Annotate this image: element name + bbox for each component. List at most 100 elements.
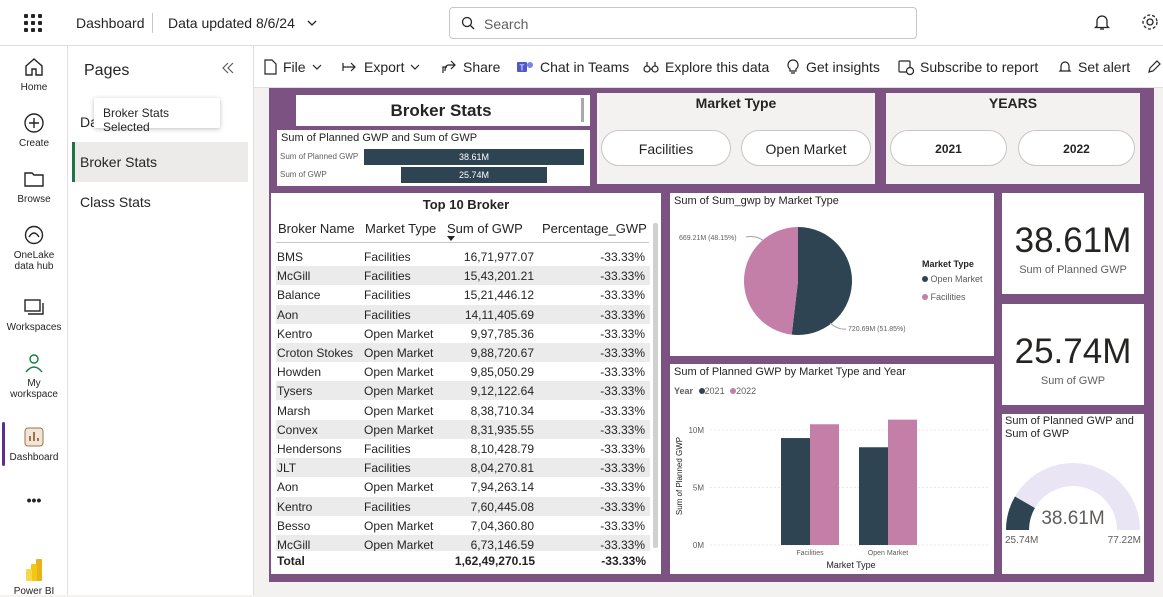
market-type-cell: Open Market [364, 403, 434, 418]
legend-dot [922, 276, 928, 282]
nav-onelake[interactable]: OneLake data hub [0, 224, 68, 272]
percentage-cell: -33.33% [600, 288, 645, 303]
gwp-cell: 8,38,710.34 [470, 403, 534, 418]
nav-home[interactable]: Home [0, 56, 68, 93]
file-icon [264, 59, 277, 75]
table-row[interactable]: Aon Open Market 7,94,263.14 -33.33% [276, 477, 650, 496]
explore-data-button[interactable]: Explore this data [643, 59, 769, 75]
table-row[interactable]: BMS Facilities 16,71,977.07 -33.33% [276, 247, 650, 266]
nav-label: Create [18, 138, 49, 149]
app-name[interactable]: Dashboard [76, 15, 145, 31]
slicer-option-2022[interactable]: 2022 [1018, 130, 1135, 166]
set-alert-button[interactable]: Set alert [1058, 59, 1130, 75]
get-insights-button[interactable]: Get insights [786, 59, 880, 75]
edit-icon[interactable] [1147, 60, 1161, 74]
table-row[interactable]: Kentro Facilities 7,60,445.08 -33.33% [276, 496, 650, 516]
percentage-cell: -33.33% [600, 346, 645, 360]
slicer-option-2021[interactable]: 2021 [890, 130, 1007, 166]
slicer-option-open-market[interactable]: Open Market [741, 130, 871, 166]
table-row[interactable]: Hendersons Facilities 8,10,428.79 -33.33% [276, 439, 650, 458]
column-header[interactable]: Market Type [365, 221, 436, 236]
column-header[interactable]: Percentage_GWP [542, 221, 647, 236]
app-launcher-icon[interactable] [24, 14, 42, 32]
gwp-cell: 9,85,050.29 [470, 365, 534, 380]
y-tick-label: 10M [688, 426, 704, 435]
insights-label: Get insights [806, 59, 880, 75]
nav-more[interactable]: ••• [0, 492, 68, 508]
percentage-cell: -33.33% [600, 365, 645, 380]
table-body: BMS Facilities 16,71,977.07 -33.33% McGill Fa… [276, 247, 650, 551]
column-header[interactable]: Broker Name [278, 221, 355, 236]
nav-powerbi[interactable]: Power BI [0, 558, 68, 597]
table-row[interactable]: Kentro Open Market 9,97,785.36 -33.33% [276, 324, 650, 343]
table-row[interactable]: Convex Open Market 8,31,935.55 -33.33% [276, 419, 650, 439]
chevron-down-icon [411, 64, 420, 70]
share-button[interactable]: Share [441, 59, 500, 75]
total-percentage: -33.33% [601, 554, 646, 568]
pages-title: Pages [84, 62, 130, 79]
pages-pane: Pages Da Broker Stats Class Stats [68, 46, 254, 595]
page-tooltip: Broker Stats Selected [94, 98, 220, 134]
bar-value: 25.74M [458, 170, 489, 180]
nav-workspaces[interactable]: Workspaces [0, 296, 68, 333]
nav-label: data hub [14, 261, 54, 272]
pie-slice-open-market [791, 227, 852, 335]
nav-create[interactable]: Create [0, 112, 68, 149]
total-gwp: 1,62,49,270.15 [454, 554, 535, 568]
percentage-cell: -33.33% [600, 499, 645, 514]
chat-in-teams-button[interactable]: T Chat in Teams [516, 59, 629, 75]
collapse-icon[interactable] [222, 62, 234, 74]
slicer-option-facilities[interactable]: Facilities [601, 130, 731, 166]
percentage-cell: -33.33% [600, 326, 645, 341]
nav-browse[interactable]: Browse [0, 168, 68, 205]
page-item-broker-stats[interactable]: Broker Stats [72, 142, 248, 182]
gwp-cell: 9,12,122.64 [470, 384, 534, 399]
broker-name-cell: Besso [277, 518, 311, 533]
gear-icon[interactable] [1141, 13, 1159, 31]
table-row[interactable]: Balance Facilities 15,21,446.12 -33.33% [276, 285, 650, 304]
column-header[interactable]: Sum of GWP [447, 221, 523, 236]
data-updated-dropdown[interactable]: Data updated 8/6/24 [168, 15, 295, 31]
broker-name-cell: Aon [277, 480, 299, 495]
table-row[interactable]: Marsh Open Market 8,38,710.34 -33.33% [276, 401, 650, 420]
planned-gwp-bar: 38.61M [364, 149, 584, 165]
market-type-cell: Facilities [364, 250, 411, 264]
table-row[interactable]: Howden Open Market 9,85,050.29 -33.33% [276, 362, 650, 381]
table-scrollbar[interactable] [653, 223, 658, 548]
gauge-min: 25.74M [1005, 535, 1039, 546]
pie-data-label: 669.21M (48.15%) [679, 235, 737, 242]
table-row[interactable]: Besso Open Market 7,04,360.80 -33.33% [276, 516, 650, 535]
gwp-bar: 25.74M [400, 167, 548, 183]
kpi-value: 38.61M [1014, 221, 1132, 260]
table-row[interactable]: McGill Facilities 15,43,201.21 -33.33% [276, 266, 650, 286]
gwp-cell: 14,11,405.69 [464, 307, 534, 322]
years-slicer: YEARS 2021 2022 [886, 93, 1140, 184]
chevron-down-icon[interactable] [307, 18, 317, 28]
gwp-cell: 7,94,263.14 [470, 480, 534, 495]
x-axis-label: Market Type [826, 560, 875, 570]
search-input[interactable]: Search [449, 7, 917, 39]
subscribe-button[interactable]: Subscribe to report [898, 59, 1038, 75]
bar-2021-open-market [859, 447, 888, 545]
file-menu[interactable]: File [263, 59, 322, 75]
scrollbar[interactable] [581, 98, 584, 122]
explore-label: Explore this data [665, 59, 770, 75]
teams-icon: T [517, 62, 533, 73]
kpi-card-gwp: 25.74M Sum of GWP [1002, 304, 1144, 405]
table-row[interactable]: Croton Stokes Open Market 9,88,720.67 -33.3… [276, 343, 650, 362]
market-type-cell: Facilities [364, 461, 411, 476]
kpi-label: Sum of GWP [1040, 375, 1106, 387]
table-row[interactable]: Tysers Open Market 9,12,122.64 -33.33% [276, 381, 650, 401]
nav-my-workspace[interactable]: My workspace [0, 352, 68, 400]
table-row[interactable]: McGill Open Market 6,73,146.59 -33.33% [276, 535, 650, 551]
table-row[interactable]: Aon Facilities 14,11,405.69 -33.33% [276, 304, 650, 324]
more-icon: ••• [26, 492, 42, 508]
page-item-class-stats[interactable]: Class Stats [72, 182, 248, 222]
gwp-cell: 9,88,720.67 [470, 346, 534, 360]
export-menu[interactable]: Export [342, 59, 420, 75]
nav-label: Dashboard [9, 452, 59, 463]
nav-dashboard[interactable]: Dashboard [0, 426, 68, 463]
bell-icon[interactable] [1093, 13, 1111, 31]
search-icon [461, 16, 475, 30]
table-row[interactable]: JLT Facilities 8,04,270.81 -33.33% [276, 458, 650, 478]
